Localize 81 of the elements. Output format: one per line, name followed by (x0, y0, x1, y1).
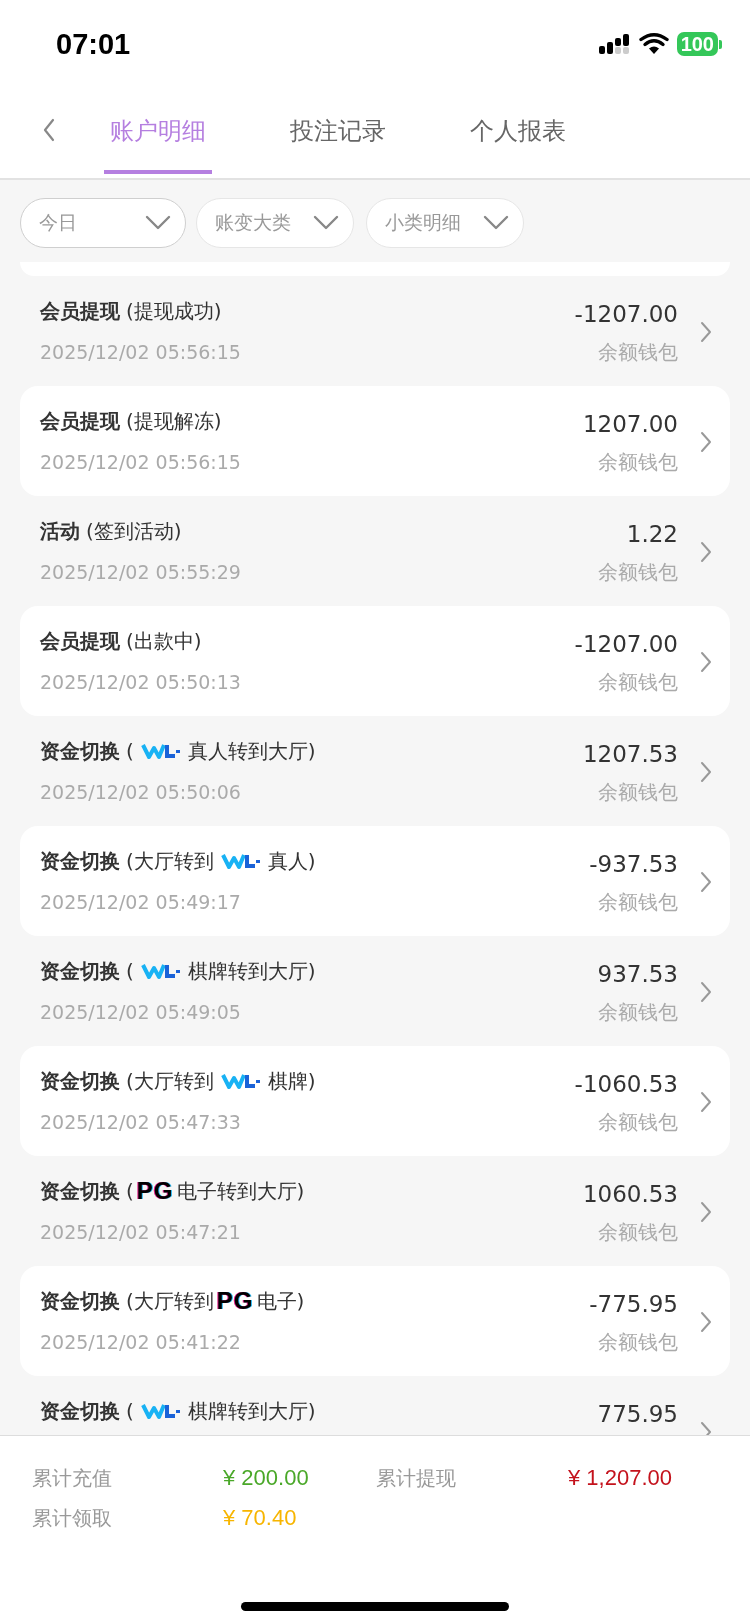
category-label: 资金切换 (40, 1177, 120, 1205)
wallet-label: 余额钱包 (597, 1329, 678, 1356)
detail-text: ( (126, 1179, 134, 1203)
wallet-label: 余额钱包 (597, 449, 678, 476)
record-time: 2025/12/02 05:47:33 (40, 1110, 242, 1135)
filter-dropdown[interactable]: 今日 (20, 198, 186, 248)
category-label: 会员提现 (40, 407, 120, 435)
category-label: 会员提现 (40, 627, 120, 655)
detail-text: (签到活动) (86, 517, 182, 545)
record-card[interactable]: 会员提现 (出款中) 2025/12/02 05:50:13 -1207.00 余额钱包 (20, 606, 730, 716)
record-time: 2025/12/02 05:41:22 (40, 1330, 242, 1355)
detail-text: 棋牌转到大厅) (187, 957, 316, 985)
summary-label: 累计充值 (32, 1465, 113, 1492)
detail-text: ( (126, 1399, 134, 1423)
category-label: 资金切换 (40, 957, 120, 985)
amount-text: 1060.53 (582, 1180, 678, 1209)
record-time: 2025/12/02 05:47:21 (40, 1220, 242, 1245)
amount-text: 1207.00 (582, 410, 678, 439)
record-time: 2025/12/02 05:50:06 (40, 780, 242, 805)
detail-text: (出款中) (126, 627, 202, 655)
amount-text: -937.53 (589, 850, 678, 879)
amount-text: 937.53 (597, 960, 678, 989)
summary-value: ¥ 1,207.00 (568, 1464, 673, 1492)
amount-text: -1060.53 (574, 1070, 678, 1099)
amount-text: 1207.53 (582, 740, 678, 769)
category-label: 会员提现 (40, 297, 120, 325)
summary-label: 累计提现 (376, 1465, 457, 1492)
amount-text: 775.95 (597, 1400, 678, 1429)
detail-text: (大厅转到 (126, 1067, 214, 1095)
tab[interactable]: 个人报表 (428, 88, 608, 178)
record-time: 2025/12/02 05:55:29 (40, 560, 242, 585)
detail-text: 电子转到大厅) (176, 1177, 305, 1205)
amount-text: -1207.00 (574, 630, 678, 659)
tab[interactable]: 账户明细 (68, 88, 248, 178)
detail-text: (大厅转到 (126, 847, 214, 875)
summary-value: ¥ 200.00 (223, 1464, 310, 1492)
wallet-label: 余额钱包 (597, 999, 678, 1026)
wallet-label: 余额钱包 (597, 1219, 678, 1246)
category-label: 活动 (40, 517, 80, 545)
amount-text: 1.22 (625, 520, 678, 549)
detail-text: 棋牌转到大厅) (187, 1397, 316, 1425)
record-time: 2025/12/02 05:49:17 (40, 890, 242, 915)
wallet-label: 余额钱包 (597, 669, 678, 696)
detail-text: (提现成功) (126, 297, 222, 325)
wallet-label: 余额钱包 (597, 1109, 678, 1136)
summary-label: 累计领取 (32, 1505, 113, 1532)
detail-text: 真人转到大厅) (187, 737, 316, 765)
wallet-label: 余额钱包 (598, 559, 678, 586)
battery-level: 100 (676, 32, 718, 56)
record-card[interactable]: 资金切换 (大厅转到 棋牌) 2025/12/02 05:47:33 -1060.53 余额钱包 (20, 1046, 730, 1156)
category-label: 资金切换 (40, 1287, 120, 1315)
category-label: 资金切换 (40, 737, 120, 765)
wallet-label: 余额钱包 (597, 779, 678, 806)
detail-text: 电子) (256, 1287, 305, 1315)
filter-dropdown[interactable]: 小类明细 (366, 198, 524, 248)
category-label: 资金切换 (40, 1397, 120, 1425)
amount-text: -775.95 (589, 1290, 678, 1319)
logo-text: PG (216, 1287, 254, 1315)
record-card[interactable]: 资金切换 (大厅转到 真人) 2025/12/02 05:49:17 -937.53 余额钱包 (20, 826, 730, 936)
wallet-label: 余额钱包 (597, 889, 678, 916)
detail-text: (提现解冻) (126, 407, 222, 435)
record-time: 2025/12/02 05:49:05 (40, 1000, 242, 1025)
record-card[interactable]: 资金切换 (大厅转到 PG 电子) 2025/12/02 05:41:22 -775.95 余额钱包 (20, 1266, 730, 1376)
category-label: 资金切换 (40, 1067, 120, 1095)
amount-text: -1207.00 (574, 300, 678, 329)
logo-text: PG (136, 1177, 174, 1205)
record-time: 2025/12/02 05:56:15 (40, 340, 242, 365)
detail-text: 棋牌) (267, 1067, 316, 1095)
record-time: 2025/12/02 05:56:15 (40, 450, 242, 475)
record-card[interactable]: 会员提现 (提现解冻) 2025/12/02 05:56:15 1207.00 余额钱包 (20, 386, 730, 496)
detail-text: 真人) (267, 847, 316, 875)
filter-dropdown[interactable]: 账变大类 (196, 198, 354, 248)
record-time: 2025/12/02 05:50:13 (40, 670, 242, 695)
wallet-label: 余额钱包 (597, 339, 678, 366)
tab[interactable]: 投注记录 (248, 88, 428, 178)
detail-text: ( (126, 739, 134, 763)
summary-value: ¥ 70.40 (223, 1504, 298, 1532)
detail-text: ( (126, 959, 134, 983)
category-label: 资金切换 (40, 847, 120, 875)
clock-time: 07:01 (56, 27, 131, 61)
detail-text: (大厅转到 (126, 1287, 214, 1315)
